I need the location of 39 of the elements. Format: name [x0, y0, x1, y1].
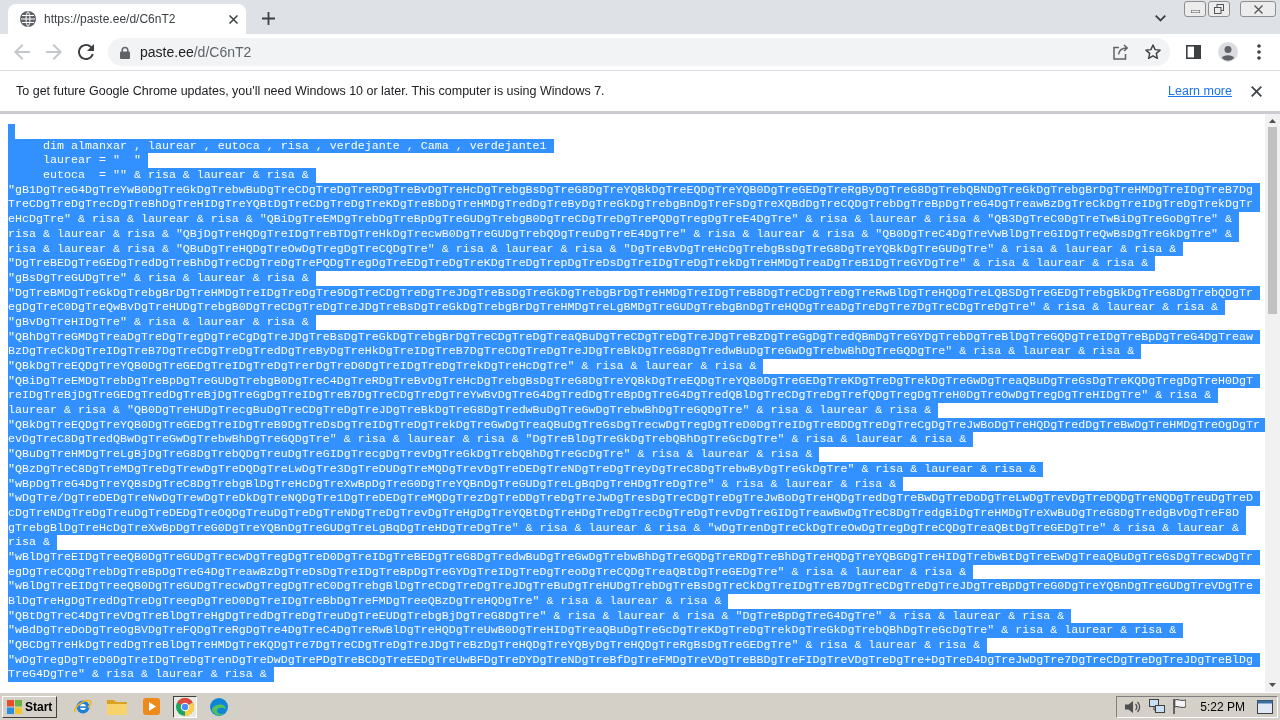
speaker-icon[interactable] [1125, 699, 1142, 714]
close-icon[interactable] [1251, 85, 1262, 97]
restore-icon [1214, 4, 1224, 14]
chevron-down-icon[interactable] [1155, 15, 1166, 22]
scroll-down-arrow-icon[interactable] [1269, 683, 1276, 687]
learn-more-link[interactable]: Learn more [1168, 81, 1232, 101]
flag-icon[interactable] [1173, 699, 1187, 714]
infobar-message: To get future Google Chrome updates, you'll need Windows 10 or later. This computer is using Windows 7. [16, 82, 605, 100]
scroll-up-arrow-icon[interactable] [1269, 119, 1276, 123]
address-bar[interactable]: paste.ee/d/C6nT2 [108, 38, 1170, 66]
taskbar-button[interactable] [173, 695, 198, 718]
play-icon [142, 698, 160, 715]
new-tab-icon[interactable] [262, 12, 275, 25]
star-icon[interactable] [1145, 44, 1161, 60]
share-icon[interactable] [1113, 44, 1129, 60]
menu-icon[interactable] [1257, 44, 1261, 60]
lock-icon [120, 45, 130, 59]
minimize-button[interactable] [1184, 1, 1206, 17]
show-desktop-icon[interactable] [1257, 699, 1273, 714]
reload-icon[interactable] [78, 44, 94, 60]
close-icon [1253, 4, 1263, 14]
browser-icon [210, 697, 229, 716]
windows-flag-icon [7, 699, 22, 714]
browser-icon [74, 697, 93, 716]
globe-icon [20, 11, 36, 27]
browser-icon [176, 697, 195, 716]
folder-icon [107, 698, 128, 715]
minimize-icon [1190, 10, 1200, 13]
browser-tab[interactable]: https://paste.ee/d/C6nT2 [8, 4, 246, 34]
restore-button[interactable] [1208, 1, 1230, 17]
close-button[interactable] [1240, 1, 1276, 17]
scrollbar-thumb[interactable] [1268, 127, 1277, 314]
start-button[interactable]: Start [2, 695, 58, 718]
scrollbar-track[interactable] [1265, 114, 1280, 692]
profile-avatar-icon[interactable] [1218, 42, 1238, 62]
side-panel-icon[interactable] [1186, 45, 1201, 59]
network-icon[interactable] [1149, 699, 1166, 714]
close-icon[interactable] [229, 14, 238, 24]
tray-clock: 5:22 PM [1200, 698, 1245, 716]
